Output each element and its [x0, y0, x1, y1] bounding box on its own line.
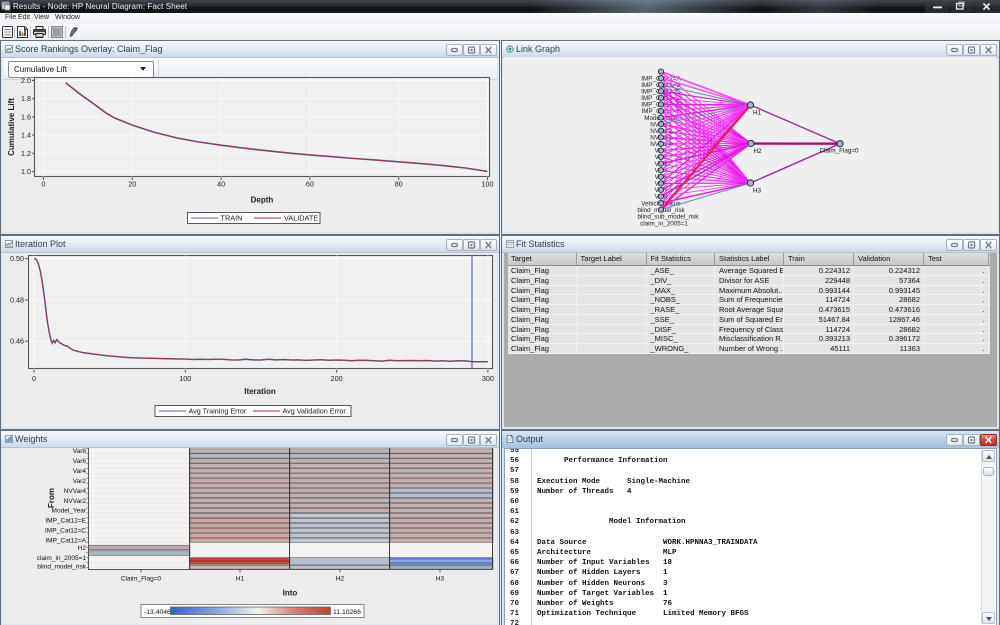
svg-text:Claim_Flag=0: Claim_Flag=0 — [819, 147, 859, 154]
svg-text:H3: H3 — [753, 188, 762, 195]
svg-text:2.0: 2.0 — [21, 76, 31, 85]
svg-text:0: 0 — [32, 374, 36, 383]
svg-text:100: 100 — [179, 374, 191, 383]
svg-text:IMP_Cat12=C: IMP_Cat12=C — [45, 528, 86, 535]
svg-text:200: 200 — [331, 374, 343, 383]
svg-text:claim_in_2005=1: claim_in_2005=1 — [37, 555, 87, 562]
svg-text:300: 300 — [482, 374, 494, 383]
svg-text:blind_model_risk: blind_model_risk — [37, 563, 87, 570]
svg-text:IMP_Cat12=A: IMP_Cat12=A — [45, 538, 86, 545]
svg-text:Cumulative Lift: Cumulative Lift — [7, 98, 16, 156]
svg-text:Var6: Var6 — [73, 458, 87, 465]
svg-text:60: 60 — [306, 180, 314, 189]
svg-text:H1: H1 — [236, 576, 245, 583]
svg-text:Claim_Flag=0: Claim_Flag=0 — [121, 576, 162, 583]
svg-text:H2: H2 — [754, 148, 763, 155]
svg-text:H1: H1 — [753, 110, 762, 117]
svg-text:-13.4046: -13.4046 — [144, 609, 171, 616]
svg-text:11.10266: 11.10266 — [333, 609, 361, 616]
svg-text:Into: Into — [283, 589, 298, 598]
svg-text:TRAIN: TRAIN — [221, 214, 243, 223]
svg-text:Avg Training Error: Avg Training Error — [189, 407, 247, 416]
svg-text:IMP_Cat12=E: IMP_Cat12=E — [45, 518, 86, 525]
svg-text:Model_Year: Model_Year — [52, 508, 87, 515]
svg-text:20: 20 — [128, 180, 136, 189]
svg-text:Avg Validation Error: Avg Validation Error — [283, 407, 347, 416]
svg-text:claim_in_2005=1: claim_in_2005=1 — [640, 221, 688, 228]
svg-text:Depth: Depth — [251, 196, 274, 205]
svg-text:Var2: Var2 — [73, 478, 87, 485]
svg-text:VALIDATE: VALIDATE — [284, 214, 318, 223]
svg-text:blind_sub_model_risk: blind_sub_model_risk — [638, 214, 700, 221]
svg-text:40: 40 — [217, 180, 225, 189]
svg-text:NVVar2: NVVar2 — [64, 498, 87, 505]
svg-text:100: 100 — [482, 180, 494, 189]
svg-text:1.6: 1.6 — [21, 112, 31, 121]
svg-text:0.48: 0.48 — [10, 295, 24, 304]
svg-text:1.0: 1.0 — [21, 167, 31, 176]
svg-text:Var4: Var4 — [73, 468, 87, 475]
svg-text:NVVar4: NVVar4 — [64, 488, 87, 495]
svg-text:From: From — [47, 488, 56, 508]
svg-text:Var8: Var8 — [73, 448, 87, 455]
svg-text:H3: H3 — [436, 576, 445, 583]
svg-text:0.46: 0.46 — [10, 337, 24, 346]
svg-text:1.8: 1.8 — [21, 94, 31, 103]
svg-text:H2: H2 — [78, 545, 87, 552]
svg-text:1.4: 1.4 — [21, 131, 31, 140]
svg-text:1.2: 1.2 — [21, 149, 31, 158]
svg-text:H2: H2 — [336, 576, 345, 583]
svg-text:0.50: 0.50 — [10, 254, 24, 263]
svg-text:0: 0 — [42, 180, 46, 189]
svg-text:Iteration: Iteration — [244, 387, 276, 396]
svg-text:80: 80 — [395, 180, 403, 189]
